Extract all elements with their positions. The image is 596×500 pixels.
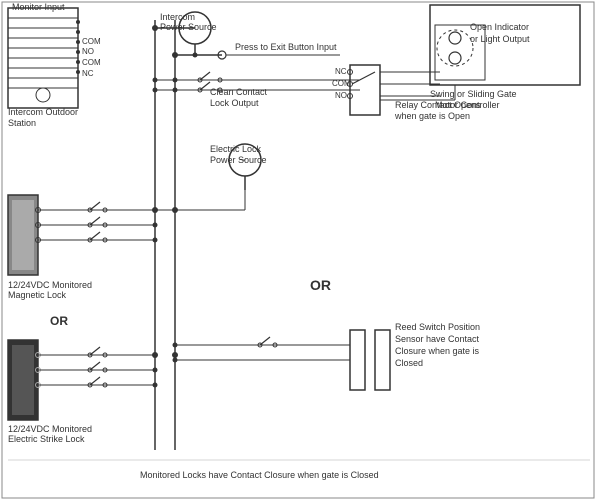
svg-text:Intercom: Intercom [160, 12, 195, 22]
svg-text:Swing or Sliding Gate: Swing or Sliding Gate [430, 89, 517, 99]
svg-text:Sensor have Contact: Sensor have Contact [395, 334, 480, 344]
svg-text:Power Source: Power Source [210, 155, 267, 165]
svg-text:Open Indicator: Open Indicator [470, 22, 529, 32]
svg-text:Magnetic Lock: Magnetic Lock [8, 290, 67, 300]
svg-text:Closure when gate is: Closure when gate is [395, 346, 480, 356]
wiring-diagram: Monitor Input COM NO COM NC Intercom Out… [0, 0, 596, 500]
svg-text:Electric Strike Lock: Electric Strike Lock [8, 434, 85, 444]
svg-text:Intercom Outdoor: Intercom Outdoor [8, 107, 78, 117]
svg-text:NC: NC [335, 67, 347, 76]
svg-text:NO: NO [82, 47, 94, 56]
svg-text:OR: OR [50, 314, 68, 328]
svg-text:Motor Controller: Motor Controller [435, 100, 500, 110]
svg-text:Press to Exit Button Input: Press to Exit Button Input [235, 42, 337, 52]
svg-text:Closed: Closed [395, 358, 423, 368]
svg-text:COM: COM [82, 37, 101, 46]
svg-text:Monitor Input: Monitor Input [12, 2, 65, 12]
svg-text:when gate is Open: when gate is Open [394, 111, 470, 121]
svg-text:OR: OR [310, 277, 331, 293]
svg-text:Reed Switch Position: Reed Switch Position [395, 322, 480, 332]
svg-text:Monitored Locks have Contact C: Monitored Locks have Contact Closure whe… [140, 470, 379, 480]
svg-text:Power Source: Power Source [160, 22, 217, 32]
svg-text:12/24VDC Monitored: 12/24VDC Monitored [8, 280, 92, 290]
svg-text:Electric Lock: Electric Lock [210, 144, 262, 154]
svg-text:Station: Station [8, 118, 36, 128]
svg-text:or Light Output: or Light Output [470, 34, 530, 44]
svg-text:NO: NO [335, 91, 347, 100]
svg-text:12/24VDC Monitored: 12/24VDC Monitored [8, 424, 92, 434]
svg-text:COM: COM [82, 58, 101, 67]
svg-text:NC: NC [82, 69, 94, 78]
svg-text:Lock Output: Lock Output [210, 98, 259, 108]
